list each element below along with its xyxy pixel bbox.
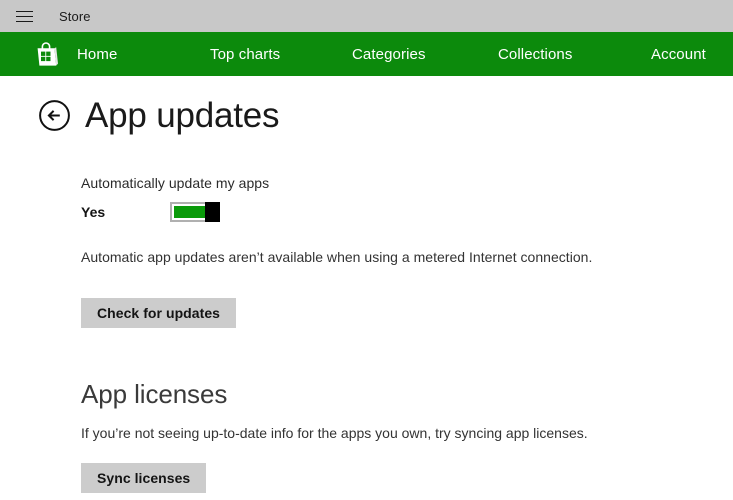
nav-item-home[interactable]: Home [77, 46, 117, 63]
toggle-thumb [205, 202, 220, 222]
store-bag-icon [37, 42, 58, 66]
app-licenses-heading: App licenses [81, 379, 228, 409]
toggle-track-fill [174, 206, 205, 218]
nav-item-top-charts[interactable]: Top charts [210, 46, 280, 63]
page-header: App updates [38, 98, 733, 133]
nav-item-categories[interactable]: Categories [352, 46, 426, 63]
metered-connection-note: Automatic app updates aren’t available w… [81, 249, 593, 265]
back-arrow-circle-icon[interactable] [38, 99, 71, 132]
page-title: App updates [85, 96, 280, 135]
app-licenses-description: If you’re not seeing up-to-date info for… [81, 425, 588, 441]
window-titlebar: Store [0, 0, 733, 32]
nav-item-collections[interactable]: Collections [498, 46, 572, 63]
check-for-updates-button[interactable]: Check for updates [81, 298, 236, 328]
hamburger-line [15, 10, 33, 12]
nav-item-account[interactable]: Account [651, 46, 706, 63]
auto-update-label: Automatically update my apps [81, 175, 270, 191]
toggle-state-label: Yes [81, 204, 106, 220]
auto-update-toggle-row: Yes [81, 201, 733, 223]
auto-update-section: Automatically update my apps Yes Automat… [81, 175, 733, 493]
sync-licenses-button[interactable]: Sync licenses [81, 463, 207, 493]
hamburger-line [15, 20, 33, 22]
main-navbar: Home Top charts Categories Collections A… [0, 32, 733, 76]
hamburger-menu-icon[interactable] [0, 0, 48, 32]
auto-update-toggle[interactable] [170, 202, 220, 222]
store-brand[interactable]: Home [31, 39, 117, 69]
hamburger-line [15, 15, 33, 17]
app-title: Store [59, 8, 91, 24]
page-content: App updates Automatically update my apps… [0, 98, 733, 493]
